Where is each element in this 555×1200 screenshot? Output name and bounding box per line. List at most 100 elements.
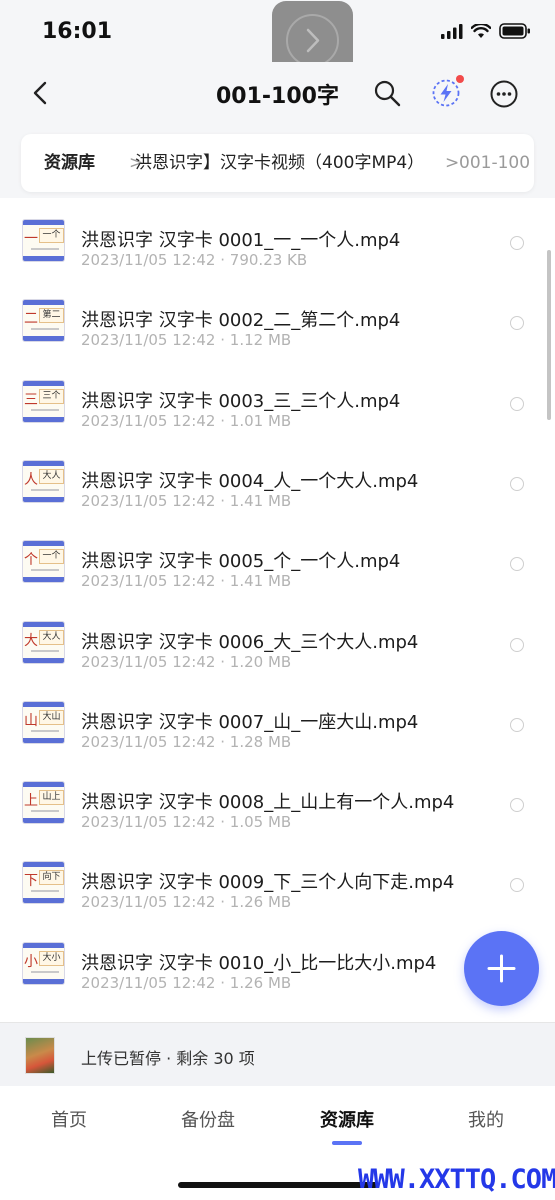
tab-backup-disk[interactable]: 备份盘: [153, 1106, 263, 1132]
upload-thumbnail: [25, 1037, 55, 1074]
upload-status-text: 上传已暂停 · 剩余 30 项: [81, 1049, 255, 1068]
file-meta: 2023/11/05 12:42 · 1.41 MB: [81, 572, 291, 590]
file-meta: 2023/11/05 12:42 · 1.01 MB: [81, 412, 291, 430]
add-button[interactable]: [464, 931, 539, 1006]
file-name: 洪恩识字 汉字卡 0009_下_三个人向下走.mp4: [81, 872, 455, 894]
file-name: 洪恩识字 汉字卡 0002_二_第二个.mp4: [81, 310, 401, 332]
thumbnail-word: 大小: [39, 950, 64, 966]
breadcrumb-root[interactable]: 资源库: [44, 134, 95, 192]
select-radio[interactable]: [510, 637, 524, 652]
file-name: 洪恩识字 汉字卡 0004_人_一个大人.mp4: [81, 470, 419, 492]
breadcrumb-separator: >: [445, 153, 460, 173]
thumbnail-word: 大人: [39, 468, 64, 484]
tab-home[interactable]: 首页: [14, 1106, 124, 1132]
select-radio[interactable]: [510, 396, 524, 411]
cellular-signal-icon: [441, 23, 463, 39]
file-date: 2023/11/05 12:42: [81, 331, 216, 350]
back-arrow-icon[interactable]: [26, 78, 56, 108]
video-thumbnail: 山大山: [22, 700, 65, 744]
select-radio[interactable]: [510, 476, 524, 491]
search-icon[interactable]: [372, 78, 402, 108]
file-row[interactable]: 二第二 洪恩识字 汉字卡 0002_二_第二个.mp4 2023/11/05 12:…: [0, 278, 555, 358]
thumbnail-top-band: [23, 541, 64, 547]
thumbnail-character: 上: [24, 793, 38, 810]
file-size: 1.01 MB: [229, 411, 292, 430]
file-name: 洪恩识字 汉字卡 0008_上_山上有一个人.mp4: [81, 792, 455, 814]
file-row[interactable]: 大大人 洪恩识字 汉字卡 0006_大_三个大人.mp4 2023/11/05 12…: [0, 600, 555, 680]
meta-separator: ·: [220, 491, 226, 510]
file-row[interactable]: 下向下 洪恩识字 汉字卡 0009_下_三个人向下走.mp4 2023/11/05 …: [0, 840, 555, 920]
more-options-icon[interactable]: [489, 79, 519, 109]
file-name: 洪恩识字 汉字卡 0010_小_比一比大小.mp4: [81, 952, 437, 974]
file-size: 790.23 KB: [229, 251, 308, 269]
file-meta: 2023/11/05 12:42 · 1.05 MB: [81, 813, 291, 831]
page-title: 001-100字: [216, 84, 339, 109]
meta-separator: ·: [220, 732, 226, 751]
file-row[interactable]: 人大人 洪恩识字 汉字卡 0004_人_一个大人.mp4 2023/11/05 12…: [0, 439, 555, 519]
thumbnail-top-band: [23, 300, 64, 306]
select-radio[interactable]: [510, 798, 524, 813]
file-name: 洪恩识字 汉字卡 0001_一_一个人.mp4: [81, 230, 401, 251]
nav-bar: 001-100字: [0, 62, 555, 124]
thumbnail-bottom-band: [23, 818, 64, 824]
upload-status-bar[interactable]: 上传已暂停 · 剩余 30 项: [0, 1022, 555, 1086]
thumbnail-line: [31, 729, 59, 732]
file-size: 1.05 MB: [229, 813, 292, 832]
chevron-right-icon: [306, 28, 320, 53]
scrollbar[interactable]: [547, 250, 551, 420]
file-name: 洪恩识字 汉字卡 0006_大_三个大人.mp4: [81, 631, 419, 653]
file-row[interactable]: 个一个 洪恩识字 汉字卡 0005_个_一个人.mp4 2023/11/05 12:…: [0, 519, 555, 599]
thumbnail-top-band: [23, 220, 64, 225]
meta-separator: ·: [220, 973, 226, 992]
thumbnail-bottom-band: [23, 898, 64, 904]
meta-separator: ·: [220, 813, 226, 832]
file-meta: 2023/11/05 12:42 · 1.41 MB: [81, 492, 291, 510]
video-thumbnail: 下向下: [22, 861, 65, 905]
select-radio[interactable]: [510, 878, 524, 893]
battery-icon: [499, 23, 530, 39]
thumbnail-line: [31, 649, 59, 652]
thumbnail-bottom-band: [23, 577, 64, 583]
file-row[interactable]: 一一个 洪恩识字 汉字卡 0001_一_一个人.mp4 2023/11/05 12:…: [0, 198, 555, 278]
file-row[interactable]: 上山上 洪恩识字 汉字卡 0008_上_山上有一个人.mp4 2023/11/05 …: [0, 760, 555, 840]
thumbnail-line: [31, 890, 59, 893]
file-row[interactable]: 三三个 洪恩识字 汉字卡 0003_三_三个人.mp4 2023/11/05 12:…: [0, 359, 555, 439]
video-thumbnail: 一一个: [22, 219, 65, 262]
select-radio[interactable]: [510, 236, 524, 250]
thumbnail-word: 山上: [39, 790, 64, 806]
file-list[interactable]: 一一个 洪恩识字 汉字卡 0001_一_一个人.mp4 2023/11/05 12:…: [0, 198, 555, 1022]
tab-mine[interactable]: 我的: [431, 1106, 541, 1132]
file-row[interactable]: 山大山 洪恩识字 汉字卡 0007_山_一座大山.mp4 2023/11/05 12…: [0, 680, 555, 760]
thumbnail-bottom-band: [23, 416, 64, 422]
thumbnail-character: 小: [24, 953, 38, 970]
breadcrumb-parent-folder[interactable]: 洪恩识字】汉字卡视频（400字MP4）: [135, 134, 437, 192]
thumbnail-bottom-band: [23, 978, 64, 984]
thumbnail-top-band: [23, 701, 64, 707]
tab-bar: 首页 备份盘 资源库 我的 WWW.XXTTQ.COM: [0, 1086, 555, 1200]
thumbnail-word: 大山: [39, 709, 64, 725]
file-size: 1.26 MB: [229, 893, 292, 912]
thumbnail-word: 大人: [39, 629, 64, 645]
file-date: 2023/11/05 12:42: [81, 572, 216, 591]
home-indicator: [178, 1182, 378, 1188]
thumbnail-bottom-band: [23, 657, 64, 663]
select-radio[interactable]: [510, 316, 524, 331]
file-date: 2023/11/05 12:42: [81, 732, 216, 751]
file-name: 洪恩识字 汉字卡 0007_山_一座大山.mp4: [81, 711, 419, 733]
file-date: 2023/11/05 12:42: [81, 491, 216, 510]
thumbnail-top-band: [23, 862, 64, 868]
thumbnail-character: 个: [24, 552, 38, 569]
meta-separator: ·: [220, 572, 226, 591]
file-size: 1.26 MB: [229, 973, 292, 992]
thumbnail-character: 人: [24, 471, 38, 488]
file-size: 1.41 MB: [229, 491, 292, 510]
tab-resource-library[interactable]: 资源库: [292, 1106, 402, 1132]
thumbnail-bottom-band: [23, 496, 64, 502]
file-date: 2023/11/05 12:42: [81, 893, 216, 912]
thumbnail-line: [31, 810, 59, 813]
plus-icon: [487, 954, 516, 983]
select-radio[interactable]: [510, 557, 524, 572]
video-thumbnail: 人大人: [22, 459, 65, 503]
select-radio[interactable]: [510, 717, 524, 732]
thumbnail-character: 下: [24, 873, 38, 890]
